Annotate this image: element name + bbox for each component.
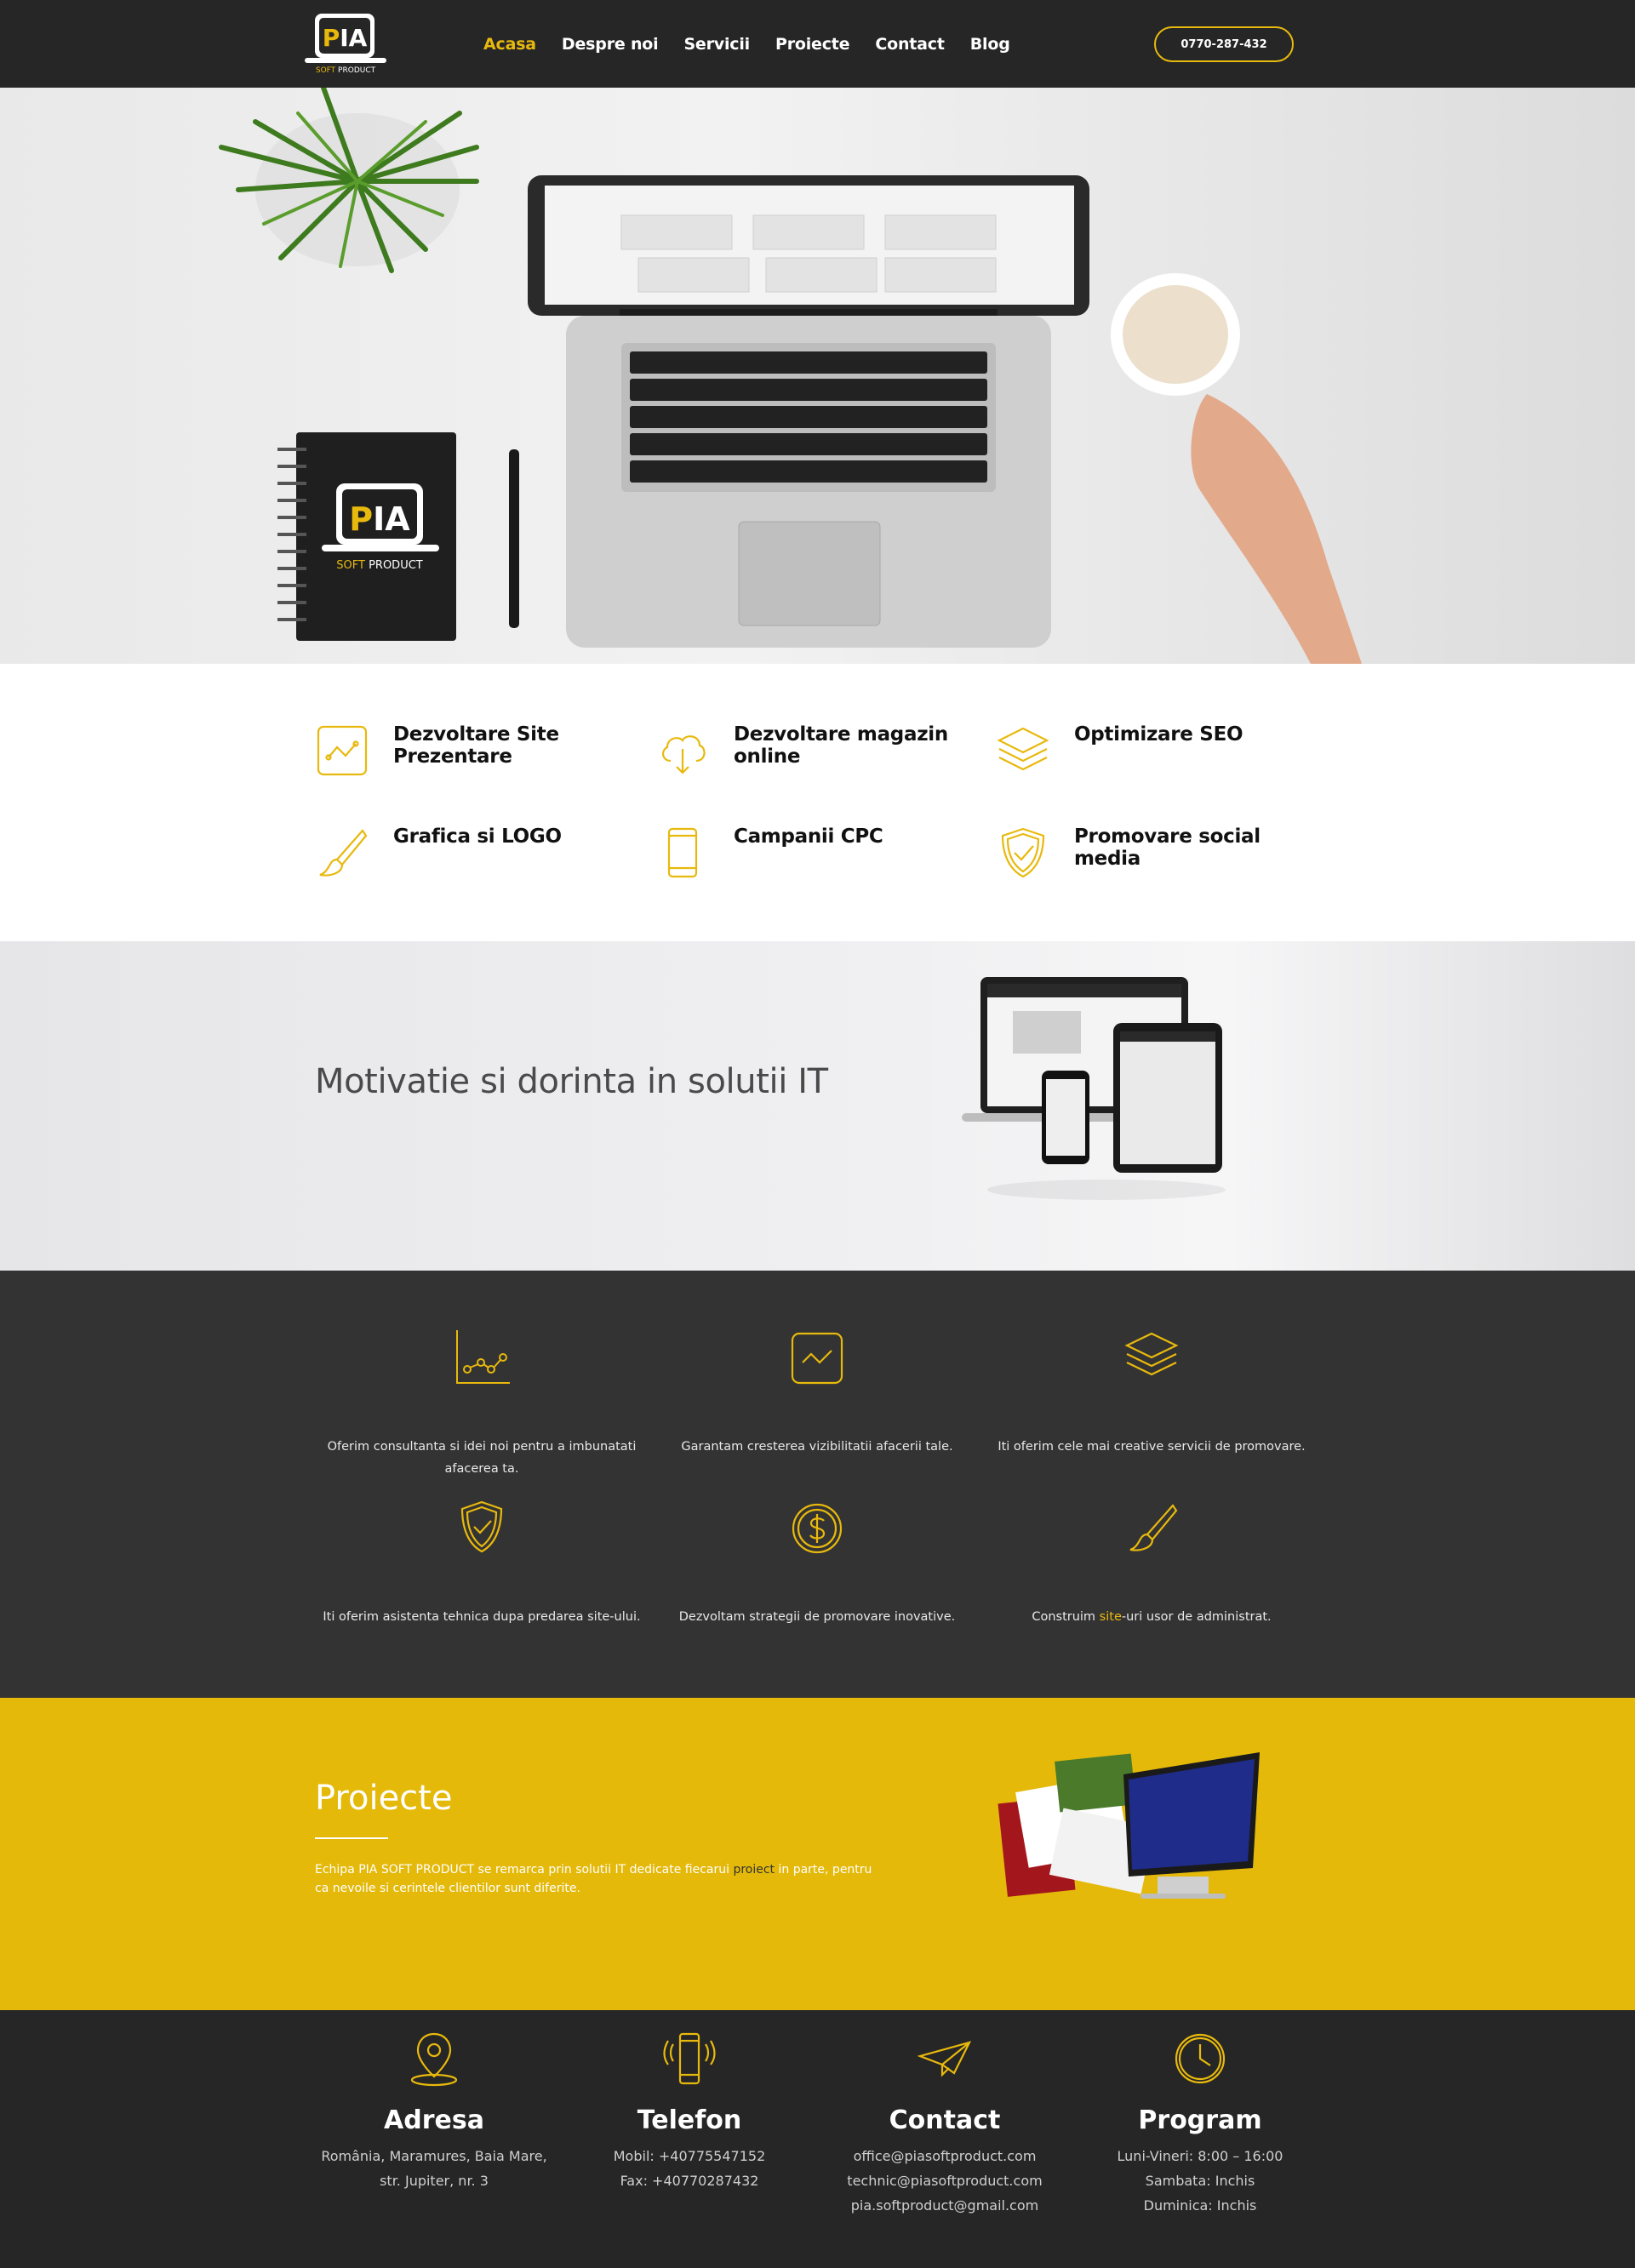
projects-collage-image: [998, 1752, 1260, 1899]
feature-text: Garantam cresterea vizibilitatii afaceri…: [681, 1440, 953, 1454]
feature-text: Construim site-uri usor de administrat.: [1032, 1610, 1272, 1624]
footer-title: Telefon: [637, 2105, 742, 2135]
footer-contact: Contact office@piasoftproduct.com techni…: [809, 2031, 1081, 2218]
svg-text:PIA: PIA: [323, 24, 368, 52]
plant-illustration: [219, 88, 479, 273]
footer-line: România, Maramures, Baia Mare,: [321, 2148, 547, 2164]
service-social-media[interactable]: Promovare social media: [996, 826, 1304, 880]
footer-line: Duminica: Inchis: [1143, 2197, 1257, 2214]
layers-icon: [997, 727, 1049, 771]
footer-title: Contact: [889, 2105, 1001, 2135]
features-section: Oferim consultanta si idei noi pentru a …: [0, 1271, 1635, 1698]
service-label: Dezvoltare Site Prezentare: [393, 723, 559, 768]
nav-item-acasa[interactable]: Acasa: [483, 35, 536, 54]
footer-email[interactable]: office@piasoftproduct.com: [809, 2144, 1081, 2168]
layers-icon: [1124, 1332, 1179, 1376]
responsive-devices-image: [962, 977, 1226, 1200]
footer-email[interactable]: technic@piasoftproduct.com: [809, 2168, 1081, 2193]
svg-text:SOFT PRODUCT: SOFT PRODUCT: [316, 66, 376, 73]
brush-icon: [1129, 1504, 1178, 1551]
nav-item-contact[interactable]: Contact: [875, 35, 945, 54]
map-pin-icon: [410, 2032, 458, 2087]
shield-check-icon: [1001, 827, 1045, 878]
svg-text:SOFT PRODUCT: SOFT PRODUCT: [336, 559, 423, 572]
site-header: PIA SOFT PRODUCT Acasa Despre noi Servic…: [0, 0, 1635, 88]
projects-title: Proiecte: [315, 1779, 453, 1818]
chart-frame-icon: [791, 1332, 843, 1385]
services-section: Dezvoltare Site Prezentare Dezvoltare ma…: [0, 664, 1635, 941]
footer-line: Luni-Vineri: 8:00 – 16:00: [1117, 2148, 1283, 2164]
nav-item-proiecte[interactable]: Proiecte: [775, 35, 850, 54]
coffee-cup-illustration: [1111, 273, 1362, 664]
feature-constructie: Construim site-uri usor de administrat.: [990, 1499, 1313, 1628]
feature-text: Iti oferim asistenta tehnica dupa predar…: [323, 1610, 641, 1624]
footer-line: str. Jupiter, nr. 3: [380, 2173, 489, 2189]
clock-icon: [1175, 2033, 1226, 2084]
footer-telefon: Telefon Mobil: +40775547152 Fax: +407702…: [553, 2031, 826, 2193]
projects-section: Proiecte Echipa PIA SOFT PRODUCT se rema…: [0, 1698, 1635, 2010]
feature-vizibilitate: Garantam cresterea vizibilitatii afaceri…: [655, 1328, 979, 1458]
hero-banner: PIA SOFT PRODUCT: [0, 88, 1635, 664]
main-nav: Acasa Despre noi Servicii Proiecte Conta…: [483, 0, 1010, 88]
service-label: Grafica si LOGO: [393, 826, 562, 848]
pia-logo[interactable]: PIA SOFT PRODUCT: [305, 12, 386, 73]
feature-asistenta: Iti oferim asistenta tehnica dupa predar…: [320, 1499, 643, 1628]
service-magazin-online[interactable]: Dezvoltare magazin online: [655, 723, 963, 778]
footer-title: Adresa: [384, 2105, 484, 2135]
footer-email[interactable]: pia.softproduct@gmail.com: [809, 2193, 1081, 2218]
dollar-coin-icon: [792, 1503, 843, 1554]
footer-line: Sambata: Inchis: [1145, 2173, 1255, 2189]
footer-line: Fax: +40770287432: [620, 2173, 759, 2189]
service-seo[interactable]: Optimizare SEO: [996, 723, 1304, 778]
brush-icon: [319, 829, 368, 877]
service-label: Optimizare SEO: [1074, 723, 1243, 746]
feature-text: Dezvoltam strategii de promovare inovati…: [678, 1610, 956, 1624]
nav-item-despre-noi[interactable]: Despre noi: [562, 35, 659, 54]
cloud-download-icon: [662, 735, 706, 774]
svg-text:PIA: PIA: [349, 500, 410, 538]
footer-title: Program: [1138, 2105, 1262, 2135]
feature-promovare: Iti oferim cele mai creative servicii de…: [990, 1328, 1313, 1458]
nav-item-blog[interactable]: Blog: [970, 35, 1010, 54]
service-label: Dezvoltare magazin online: [734, 723, 948, 768]
chart-frame-icon: [317, 725, 368, 776]
service-campanii-cpc[interactable]: Campanii CPC: [655, 826, 963, 880]
service-label: Promovare social media: [1074, 826, 1261, 870]
hero-photo: PIA SOFT PRODUCT: [219, 88, 1362, 664]
shield-check-icon: [460, 1500, 503, 1553]
title-underline: [315, 1837, 388, 1839]
nav-item-servicii[interactable]: Servicii: [683, 35, 750, 54]
site-footer: Adresa România, Maramures, Baia Mare, st…: [0, 2010, 1635, 2268]
feature-text: Iti oferim cele mai creative servicii de…: [998, 1440, 1306, 1454]
feature-strategii: Dezvoltam strategii de promovare inovati…: [655, 1499, 979, 1628]
motivation-section: Motivatie si dorinta in solutii IT: [0, 941, 1635, 1271]
projects-link[interactable]: proiect: [733, 1863, 775, 1877]
laptop-illustration: [528, 175, 1089, 648]
notebook-illustration: PIA SOFT PRODUCT: [277, 432, 519, 641]
footer-line[interactable]: Mobil: +40775547152: [553, 2144, 826, 2168]
footer-program: Program Luni-Vineri: 8:00 – 16:00 Sambat…: [1064, 2031, 1336, 2218]
smartphone-icon: [667, 827, 698, 878]
paper-plane-icon: [917, 2041, 972, 2077]
phone-button[interactable]: 0770-287-432: [1154, 26, 1294, 62]
feature-text: Oferim consultanta si idei noi pentru a …: [327, 1440, 637, 1476]
motivation-title: Motivatie si dorinta in solutii IT: [315, 1062, 828, 1101]
service-grafica-logo[interactable]: Grafica si LOGO: [315, 826, 623, 880]
line-chart-icon: [456, 1330, 510, 1384]
phone-vibrate-icon: [663, 2032, 716, 2085]
service-site-prezentare[interactable]: Dezvoltare Site Prezentare: [315, 723, 623, 778]
service-label: Campanii CPC: [734, 826, 883, 848]
projects-text: Echipa PIA SOFT PRODUCT se remarca prin …: [315, 1863, 872, 1895]
feature-consultanta: Oferim consultanta si idei noi pentru a …: [320, 1328, 643, 1480]
footer-adresa: Adresa România, Maramures, Baia Mare, st…: [298, 2031, 570, 2193]
